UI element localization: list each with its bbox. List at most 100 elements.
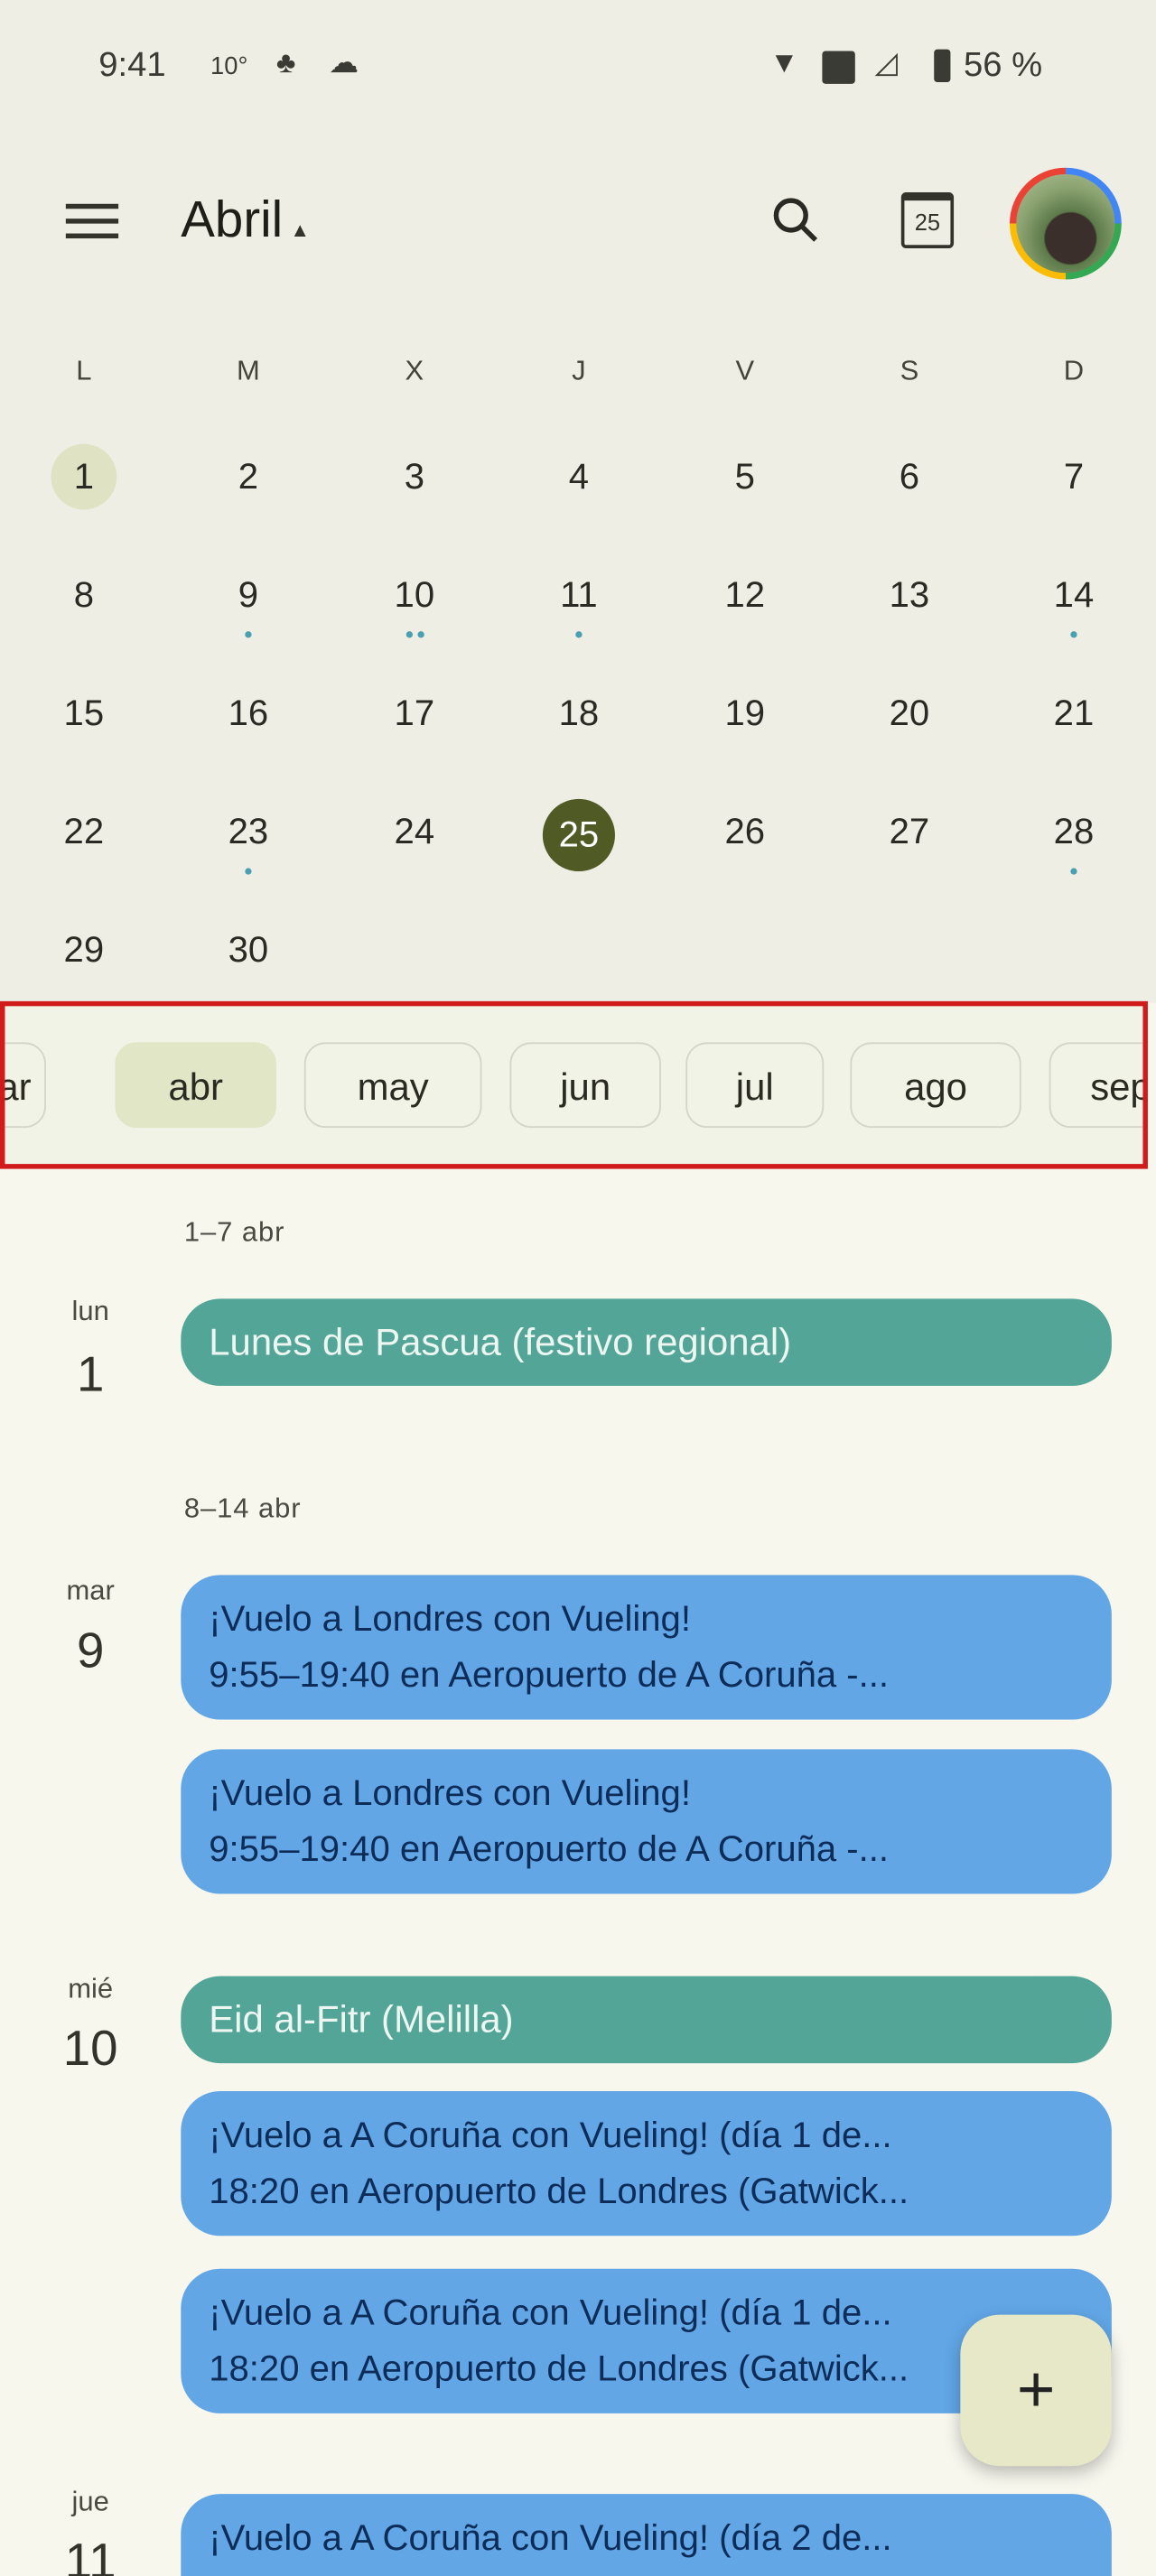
calendar-day[interactable]: 25 — [529, 798, 628, 872]
battery-level: 56 % — [963, 45, 1043, 84]
calendar-day[interactable]: 30 — [199, 917, 297, 983]
calendar-day[interactable]: 15 — [34, 681, 133, 747]
calendar-day[interactable]: 8 — [34, 563, 133, 628]
menu-button[interactable] — [65, 203, 119, 239]
event-details: 18:20 en Aeropuerto de Londres (Gatwick.… — [209, 2170, 909, 2211]
month-chip-jun[interactable]: jun — [509, 1042, 661, 1129]
calendar-day[interactable]: 7 — [1024, 444, 1123, 510]
calendar-day[interactable]: 17 — [365, 681, 463, 747]
agenda-weekday: jue — [71, 2486, 109, 2517]
day-number: 8 — [73, 573, 95, 615]
event-details: 9:55–19:40 en Aeropuerto de A Coruña -..… — [209, 1653, 890, 1696]
day-number: 20 — [889, 692, 930, 734]
calendar-day[interactable]: 9 — [199, 563, 297, 628]
day-number: 22 — [63, 810, 105, 852]
status-time: 9:41 — [98, 45, 166, 84]
month-chip-bar[interactable]: mar abrmayjunjulagosep — [0, 1000, 1148, 1169]
calendar-day[interactable]: 28 — [1024, 799, 1123, 865]
event-card[interactable]: ¡Vuelo a Londres con Vueling! 9:55–19:40 … — [181, 1575, 1112, 1720]
event-dot — [245, 868, 252, 875]
calendar-day[interactable]: 2 — [199, 444, 297, 510]
event-dot — [245, 631, 252, 638]
day-number: 27 — [889, 810, 930, 852]
calendar-day[interactable]: 29 — [34, 917, 133, 983]
agenda-day-number[interactable]: 11 — [42, 2535, 140, 2576]
calendar-day[interactable]: 13 — [860, 563, 958, 628]
day-number: 10 — [394, 573, 435, 615]
day-number: 5 — [734, 455, 755, 497]
calendar-day[interactable]: 23 — [199, 799, 297, 865]
week-range: 1–7 abr — [183, 1216, 285, 1248]
notification-icon: ♣ — [275, 45, 296, 79]
calendar-day[interactable]: 24 — [365, 799, 463, 865]
calendar-day[interactable]: 21 — [1024, 681, 1123, 747]
day-number: 17 — [394, 692, 435, 734]
weekday-label: M — [237, 355, 260, 386]
search-icon — [773, 198, 818, 242]
signal-icon: ◿ — [874, 45, 898, 79]
day-number: 4 — [568, 455, 590, 497]
agenda-day-number[interactable]: 9 — [42, 1624, 140, 1680]
cloud-icon: ☁ — [329, 45, 359, 79]
month-selector[interactable]: Abril ▲ — [181, 191, 310, 250]
calendar-day[interactable]: 10 — [365, 563, 463, 628]
calendar-day[interactable]: 3 — [365, 444, 463, 510]
calendar-day[interactable]: 12 — [695, 563, 794, 628]
calendar-day[interactable]: 16 — [199, 681, 297, 747]
weekday-label: D — [1063, 355, 1085, 386]
event-card[interactable]: Eid al-Fitr (Melilla) — [181, 1976, 1112, 2064]
event-title: Lunes de Pascua (festivo regional) — [209, 1320, 792, 1363]
calendar-day[interactable]: 22 — [34, 799, 133, 865]
calendar-day[interactable]: 18 — [529, 681, 628, 747]
day-number: 9 — [238, 573, 259, 615]
event-details: 18:20 en Aeropuerto de Londres (Gatwick.… — [209, 2348, 909, 2389]
day-number: 3 — [404, 455, 424, 497]
day-number: 2 — [238, 455, 259, 497]
month-chip-abr[interactable]: abr — [115, 1042, 276, 1129]
status-temperature: 10° — [210, 52, 248, 81]
calendar-day[interactable]: 4 — [529, 444, 628, 510]
create-event-fab[interactable]: + — [960, 2314, 1112, 2467]
search-button[interactable] — [769, 194, 822, 255]
event-card[interactable]: Lunes de Pascua (festivo regional) — [181, 1298, 1112, 1386]
day-number: 23 — [228, 810, 269, 852]
sim-icon — [822, 51, 855, 84]
month-chip-sep[interactable]: sep — [1049, 1042, 1143, 1129]
event-title: Eid al-Fitr (Melilla) — [209, 1997, 514, 2041]
today-button[interactable]: 25 — [900, 192, 955, 248]
event-card[interactable]: ¡Vuelo a Londres con Vueling! 9:55–19:40 … — [181, 1749, 1112, 1894]
day-number: 16 — [228, 692, 269, 734]
weekday-label: L — [76, 355, 92, 386]
month-chip-mar[interactable]: mar — [5, 1042, 46, 1129]
event-card[interactable]: ¡Vuelo a A Coruña con Vueling! (día 2 de… — [181, 2494, 1112, 2576]
month-chip-jul[interactable]: jul — [685, 1042, 825, 1129]
calendar-day[interactable]: 20 — [860, 681, 958, 747]
calendar-day[interactable]: 14 — [1024, 563, 1123, 628]
wifi-icon: ▼ — [769, 45, 799, 79]
calendar-day[interactable]: 11 — [529, 563, 628, 628]
event-title: ¡Vuelo a Londres con Vueling! — [209, 1772, 691, 1814]
agenda-day-number[interactable]: 1 — [42, 1348, 140, 1404]
calendar-day[interactable]: 6 — [860, 444, 958, 510]
month-chip-ago[interactable]: ago — [850, 1042, 1021, 1129]
agenda-weekday: lun — [71, 1295, 109, 1327]
calendar-day[interactable]: 5 — [695, 444, 794, 510]
calendar-day[interactable]: 27 — [860, 799, 958, 865]
month-title: Abril — [181, 191, 284, 248]
event-title: ¡Vuelo a Londres con Vueling! — [209, 1597, 691, 1640]
day-number: 7 — [1063, 455, 1085, 497]
day-number: 19 — [724, 692, 766, 734]
calendar-day[interactable]: 26 — [695, 799, 794, 865]
event-dot — [575, 631, 583, 638]
event-card[interactable]: ¡Vuelo a A Coruña con Vueling! (día 1 de… — [181, 2091, 1112, 2237]
calendar-day[interactable]: 1 — [34, 443, 133, 510]
agenda-day-number[interactable]: 10 — [42, 2023, 140, 2078]
month-chip-may[interactable]: may — [303, 1042, 482, 1129]
calendar-day[interactable]: 19 — [695, 681, 794, 747]
day-number: 11 — [560, 573, 598, 615]
agenda-weekday: mar — [66, 1575, 115, 1606]
weekday-label: X — [405, 355, 424, 386]
account-avatar[interactable] — [1009, 167, 1122, 280]
event-dot — [1070, 631, 1077, 638]
day-number: 15 — [63, 692, 105, 734]
